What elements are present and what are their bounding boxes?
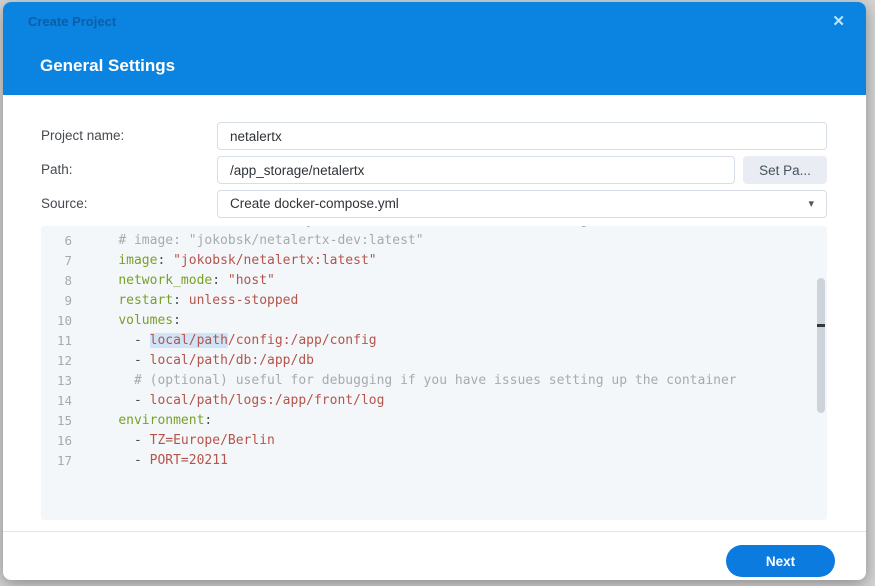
code-text: - TZ=Europe/Berlin — [87, 431, 275, 451]
code-text: - local/path/db:/app/db — [87, 351, 314, 371]
code-text: network_mode: "host" — [87, 271, 275, 291]
code-line[interactable]: 13 # (optional) useful for debugging if … — [41, 371, 827, 391]
line-number: 11 — [41, 331, 87, 351]
line-number: 17 — [41, 451, 87, 471]
code-text: - PORT=20211 — [87, 451, 228, 471]
line-number: 15 — [41, 411, 87, 431]
editor-scrollbar-thumb[interactable] — [817, 278, 825, 413]
source-select[interactable]: Create docker-compose.yml ▾ — [217, 190, 827, 218]
code-text: image: "jokobsk/netalertx:latest" — [87, 251, 377, 271]
code-text: environment: — [87, 411, 212, 431]
code-line[interactable]: 16 - TZ=Europe/Berlin — [41, 431, 827, 451]
code-line[interactable]: 17 - PORT=20211 — [41, 451, 827, 471]
source-label: Source: — [41, 190, 88, 218]
compose-yaml-editor[interactable]: 5 # use the below line if you want to te… — [41, 226, 827, 520]
source-select-value: Create docker-compose.yml — [230, 196, 399, 211]
scrollbar-cursor-mark — [817, 324, 825, 327]
code-line[interactable]: 14 - local/path/logs:/app/front/log — [41, 391, 827, 411]
code-line[interactable]: 8 network_mode: "host" — [41, 271, 827, 291]
line-number: 7 — [41, 251, 87, 271]
code-text: - local/path/logs:/app/front/log — [87, 391, 384, 411]
line-number: 13 — [41, 371, 87, 391]
code-line[interactable]: 7 image: "jokobsk/netalertx:latest" — [41, 251, 827, 271]
line-number: 14 — [41, 391, 87, 411]
code-text: restart: unless-stopped — [87, 291, 298, 311]
code-line[interactable]: 6 # image: "jokobsk/netalertx-dev:latest… — [41, 231, 827, 251]
code-text: # (optional) useful for debugging if you… — [87, 371, 737, 391]
page-title: General Settings — [40, 56, 175, 76]
path-label: Path: — [41, 156, 73, 184]
set-path-button[interactable]: Set Pa... — [743, 156, 827, 184]
footer-divider — [3, 531, 866, 532]
line-number: 9 — [41, 291, 87, 311]
line-number: 6 — [41, 231, 87, 251]
code-line[interactable]: 9 restart: unless-stopped — [41, 291, 827, 311]
line-number: 16 — [41, 431, 87, 451]
code-line[interactable]: 15 environment: — [41, 411, 827, 431]
line-number: 12 — [41, 351, 87, 371]
line-number: 8 — [41, 271, 87, 291]
code-text: volumes: — [87, 311, 181, 331]
code-text: # image: "jokobsk/netalertx-dev:latest" — [87, 231, 424, 251]
dialog-header: Create Project ✕ General Settings — [3, 2, 866, 95]
chevron-down-icon: ▾ — [808, 191, 814, 217]
path-input[interactable] — [217, 156, 735, 184]
line-number: 10 — [41, 311, 87, 331]
project-name-label: Project name: — [41, 122, 124, 150]
code-lines: 5 # use the below line if you want to te… — [41, 226, 827, 471]
create-project-dialog: Create Project ✕ General Settings Projec… — [3, 2, 866, 580]
code-line[interactable]: 11 - local/path/config:/app/config — [41, 331, 827, 351]
code-text: - local/path/config:/app/config — [87, 331, 377, 351]
code-line[interactable]: 12 - local/path/db:/app/db — [41, 351, 827, 371]
project-name-input[interactable] — [217, 122, 827, 150]
code-line[interactable]: 10 volumes: — [41, 311, 827, 331]
next-button[interactable]: Next — [726, 545, 835, 577]
close-icon[interactable]: ✕ — [832, 13, 845, 31]
dialog-title: Create Project — [28, 14, 116, 29]
